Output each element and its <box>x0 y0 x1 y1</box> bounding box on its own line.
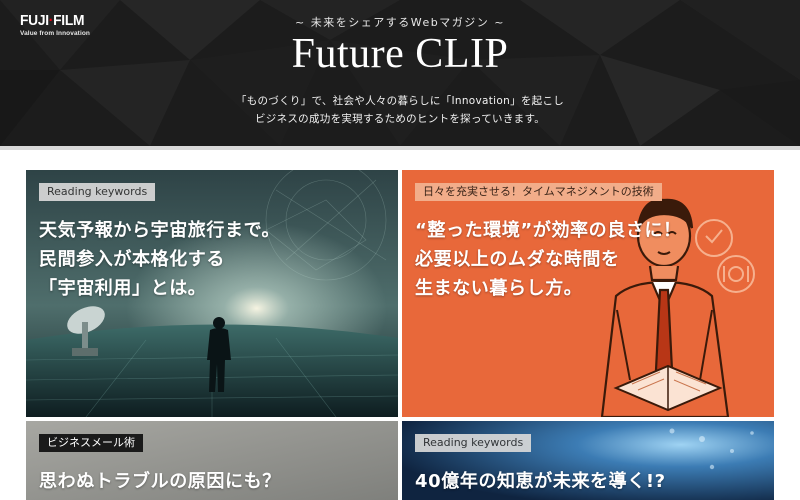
article-card-space-use[interactable]: Reading keywords 天気予報から宇宙旅行まで。 民間参入が本格化す… <box>26 170 398 417</box>
site-header: FUJI·FILM Value from Innovation ~ 未来をシェア… <box>0 0 800 146</box>
article-category-badge: 日々を充実させる！タイムマネジメントの技術 <box>415 183 662 201</box>
article-category-badge: Reading keywords <box>39 183 156 201</box>
article-headline: 天気予報から宇宙旅行まで。 民間参入が本格化する 「宇宙利用」とは。 <box>39 220 281 299</box>
article-card-business-email[interactable]: ビジネスメール術 思わぬトラブルの原因にも？ <box>26 421 398 500</box>
intro-line: 「ものづくり」で、社会や人々の暮らしに「Innovation」を起こし <box>235 95 565 107</box>
article-headline: 40億年の知恵が未来を導く!? <box>415 471 666 492</box>
article-category-badge: ビジネスメール術 <box>39 434 143 452</box>
intro-line: ビジネスの成功を実現するためのヒントを探っていきます。 <box>254 113 546 125</box>
header-divider <box>0 146 800 150</box>
site-tagline: ~ 未来をシェアするWebマガジン ~ <box>295 16 505 29</box>
article-headline: 思わぬトラブルの原因にも？ <box>39 471 281 492</box>
article-card-time-management[interactable]: 日々を充実させる！タイムマネジメントの技術 “整った環境”が効率の良さに！ 必要… <box>402 170 774 417</box>
article-headline: “整った環境”が効率の良さに！ 必要以上のムダな時間を 生まない暮らし方。 <box>415 220 682 299</box>
article-category-badge: Reading keywords <box>415 434 532 452</box>
site-title[interactable]: Future CLIP <box>0 30 800 78</box>
article-card-ancient-wisdom[interactable]: Reading keywords 40億年の知恵が未来を導く!? <box>402 421 774 500</box>
site-intro: 「ものづくり」で、社会や人々の暮らしに「Innovation」を起こし ビジネス… <box>0 92 800 128</box>
